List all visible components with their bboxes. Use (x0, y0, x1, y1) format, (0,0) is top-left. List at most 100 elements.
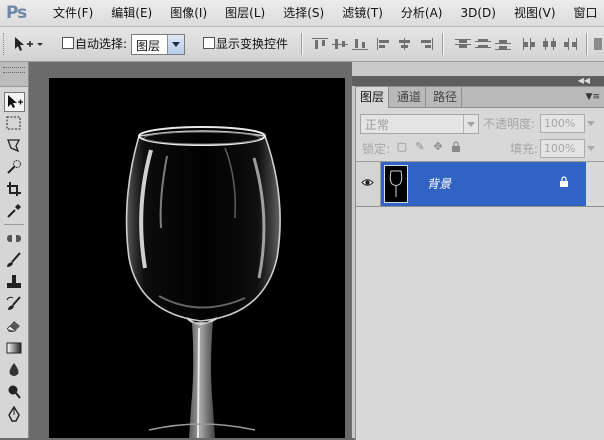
lock-position-icon[interactable]: ✥ (432, 141, 444, 153)
layer-thumbnail (384, 165, 408, 203)
auto-align-icon[interactable] (594, 38, 604, 50)
menu-bar: Ps 文件(F) 编辑(E) 图像(I) 图层(L) 选择(S) 滤镜(T) 分… (0, 0, 604, 27)
align-left-icon[interactable] (377, 38, 393, 50)
lasso-icon (7, 139, 21, 153)
layer-name[interactable]: 背景 (427, 175, 451, 192)
distribute-bottom-icon[interactable] (495, 38, 511, 50)
lasso-tool[interactable] (4, 136, 24, 154)
eyedropper-icon (7, 204, 21, 218)
panel-dock: ◀◀ 图层 通道 路径 ▼≡ 正常 不透明度: 100% 锁定: ▢ ✎ ✥ 填… (352, 62, 604, 440)
brush-icon (7, 252, 21, 267)
align-right-icon[interactable] (417, 38, 433, 50)
distribute-left-icon[interactable] (522, 38, 538, 50)
distribute-top-icon[interactable] (455, 38, 471, 50)
menu-3d[interactable]: 3D(D) (451, 0, 504, 26)
tool-preset-picker[interactable] (12, 35, 46, 53)
dodge-icon (8, 385, 21, 399)
history-brush-tool[interactable] (4, 295, 24, 313)
distribute-hcenter-icon[interactable] (542, 38, 558, 50)
clone-stamp-tool[interactable] (4, 273, 24, 291)
panel-dock-header[interactable]: ◀◀ (352, 76, 604, 86)
align-top-icon[interactable] (312, 38, 328, 50)
menu-file[interactable]: 文件(F) (44, 0, 102, 26)
eyedropper-tool[interactable] (4, 202, 24, 220)
auto-select-label: 自动选择: (75, 37, 128, 51)
toolbox (0, 62, 29, 438)
wine-glass-image (125, 126, 281, 438)
quick-select-icon (7, 160, 21, 174)
panel-tabs: 图层 通道 路径 ▼≡ (356, 87, 604, 108)
marquee-tool[interactable] (4, 114, 24, 132)
divider (442, 33, 444, 55)
divider (586, 33, 588, 55)
clone-stamp-icon (7, 275, 21, 288)
layers-panel: 图层 通道 路径 ▼≡ 正常 不透明度: 100% 锁定: ▢ ✎ ✥ 填充: … (355, 86, 604, 440)
tab-channels[interactable]: 通道 (393, 87, 427, 107)
fill-input[interactable]: 100% (540, 139, 585, 158)
gradient-icon (6, 342, 22, 354)
lock-all-icon[interactable] (450, 141, 462, 153)
blend-mode-dropdown[interactable]: 正常 (360, 114, 479, 134)
opacity-label: 不透明度: (483, 117, 536, 131)
auto-select-checkbox[interactable] (62, 37, 74, 49)
menu-analysis[interactable]: 分析(A) (392, 0, 452, 26)
show-transform-label: 显示变换控件 (216, 37, 289, 51)
eraser-tool[interactable] (4, 317, 24, 335)
auto-select-dropdown[interactable]: 图层 (131, 34, 185, 55)
photoshop-logo: Ps (6, 3, 27, 23)
canvas[interactable] (49, 78, 345, 438)
divider (301, 33, 303, 55)
layer-row[interactable]: 背景 (356, 162, 604, 207)
pen-icon (8, 405, 20, 422)
menu-layer[interactable]: 图层(L) (216, 0, 274, 26)
lock-label: 锁定: (362, 142, 391, 156)
healing-tool[interactable] (4, 229, 24, 247)
brush-tool[interactable] (4, 251, 24, 269)
dodge-tool[interactable] (4, 383, 24, 401)
thumbnail-glass-icon (389, 170, 403, 197)
toolbox-header[interactable] (0, 62, 28, 87)
gradient-tool[interactable] (4, 339, 24, 357)
menu-view[interactable]: 视图(V) (505, 0, 565, 26)
menu-image[interactable]: 图像(I) (161, 0, 216, 26)
menu-filter[interactable]: 滤镜(T) (333, 0, 392, 26)
blend-mode-value: 正常 (365, 118, 390, 132)
lock-image-icon[interactable]: ✎ (414, 141, 426, 153)
toolbox-divider (4, 224, 24, 225)
crop-tool[interactable] (4, 180, 24, 198)
show-transform-checkbox[interactable] (203, 37, 215, 49)
tab-paths[interactable]: 路径 (429, 87, 463, 107)
menu-window[interactable]: 窗口 (565, 0, 604, 26)
opacity-chevron-icon[interactable] (587, 121, 595, 126)
quick-select-tool[interactable] (4, 158, 24, 176)
fill-label: 填充: (510, 142, 539, 156)
layer-lock-icon (560, 176, 568, 187)
eraser-icon (6, 321, 20, 332)
healing-icon (7, 235, 21, 242)
opacity-input[interactable]: 100% (540, 114, 585, 133)
layer-selected[interactable]: 背景 (381, 162, 586, 206)
move-tool[interactable] (4, 92, 25, 112)
eye-icon (361, 179, 374, 186)
distribute-right-icon[interactable] (562, 38, 578, 50)
visibility-toggle[interactable] (356, 162, 381, 206)
options-bar: 自动选择: 图层 显示变换控件 (0, 27, 604, 62)
align-hcenter-icon[interactable] (397, 38, 413, 50)
fill-chevron-icon[interactable] (587, 146, 595, 151)
menu-select[interactable]: 选择(S) (274, 0, 333, 26)
align-vcenter-icon[interactable] (332, 38, 348, 50)
panel-menu-icon[interactable]: ▼≡ (586, 92, 600, 102)
tab-layers[interactable]: 图层 (356, 87, 390, 108)
chevron-down-icon (463, 115, 478, 133)
blur-tool[interactable] (4, 361, 24, 379)
marquee-icon (6, 116, 21, 130)
collapse-panels-icon[interactable]: ◀◀ (578, 76, 590, 86)
document-area (29, 62, 352, 438)
lock-transparent-icon[interactable]: ▢ (396, 141, 408, 153)
pen-tool[interactable] (4, 405, 24, 423)
distribute-vcenter-icon[interactable] (475, 38, 491, 50)
menu-edit[interactable]: 编辑(E) (102, 0, 161, 26)
move-icon (8, 95, 23, 108)
options-grip[interactable] (3, 33, 7, 55)
align-bottom-icon[interactable] (352, 38, 368, 50)
